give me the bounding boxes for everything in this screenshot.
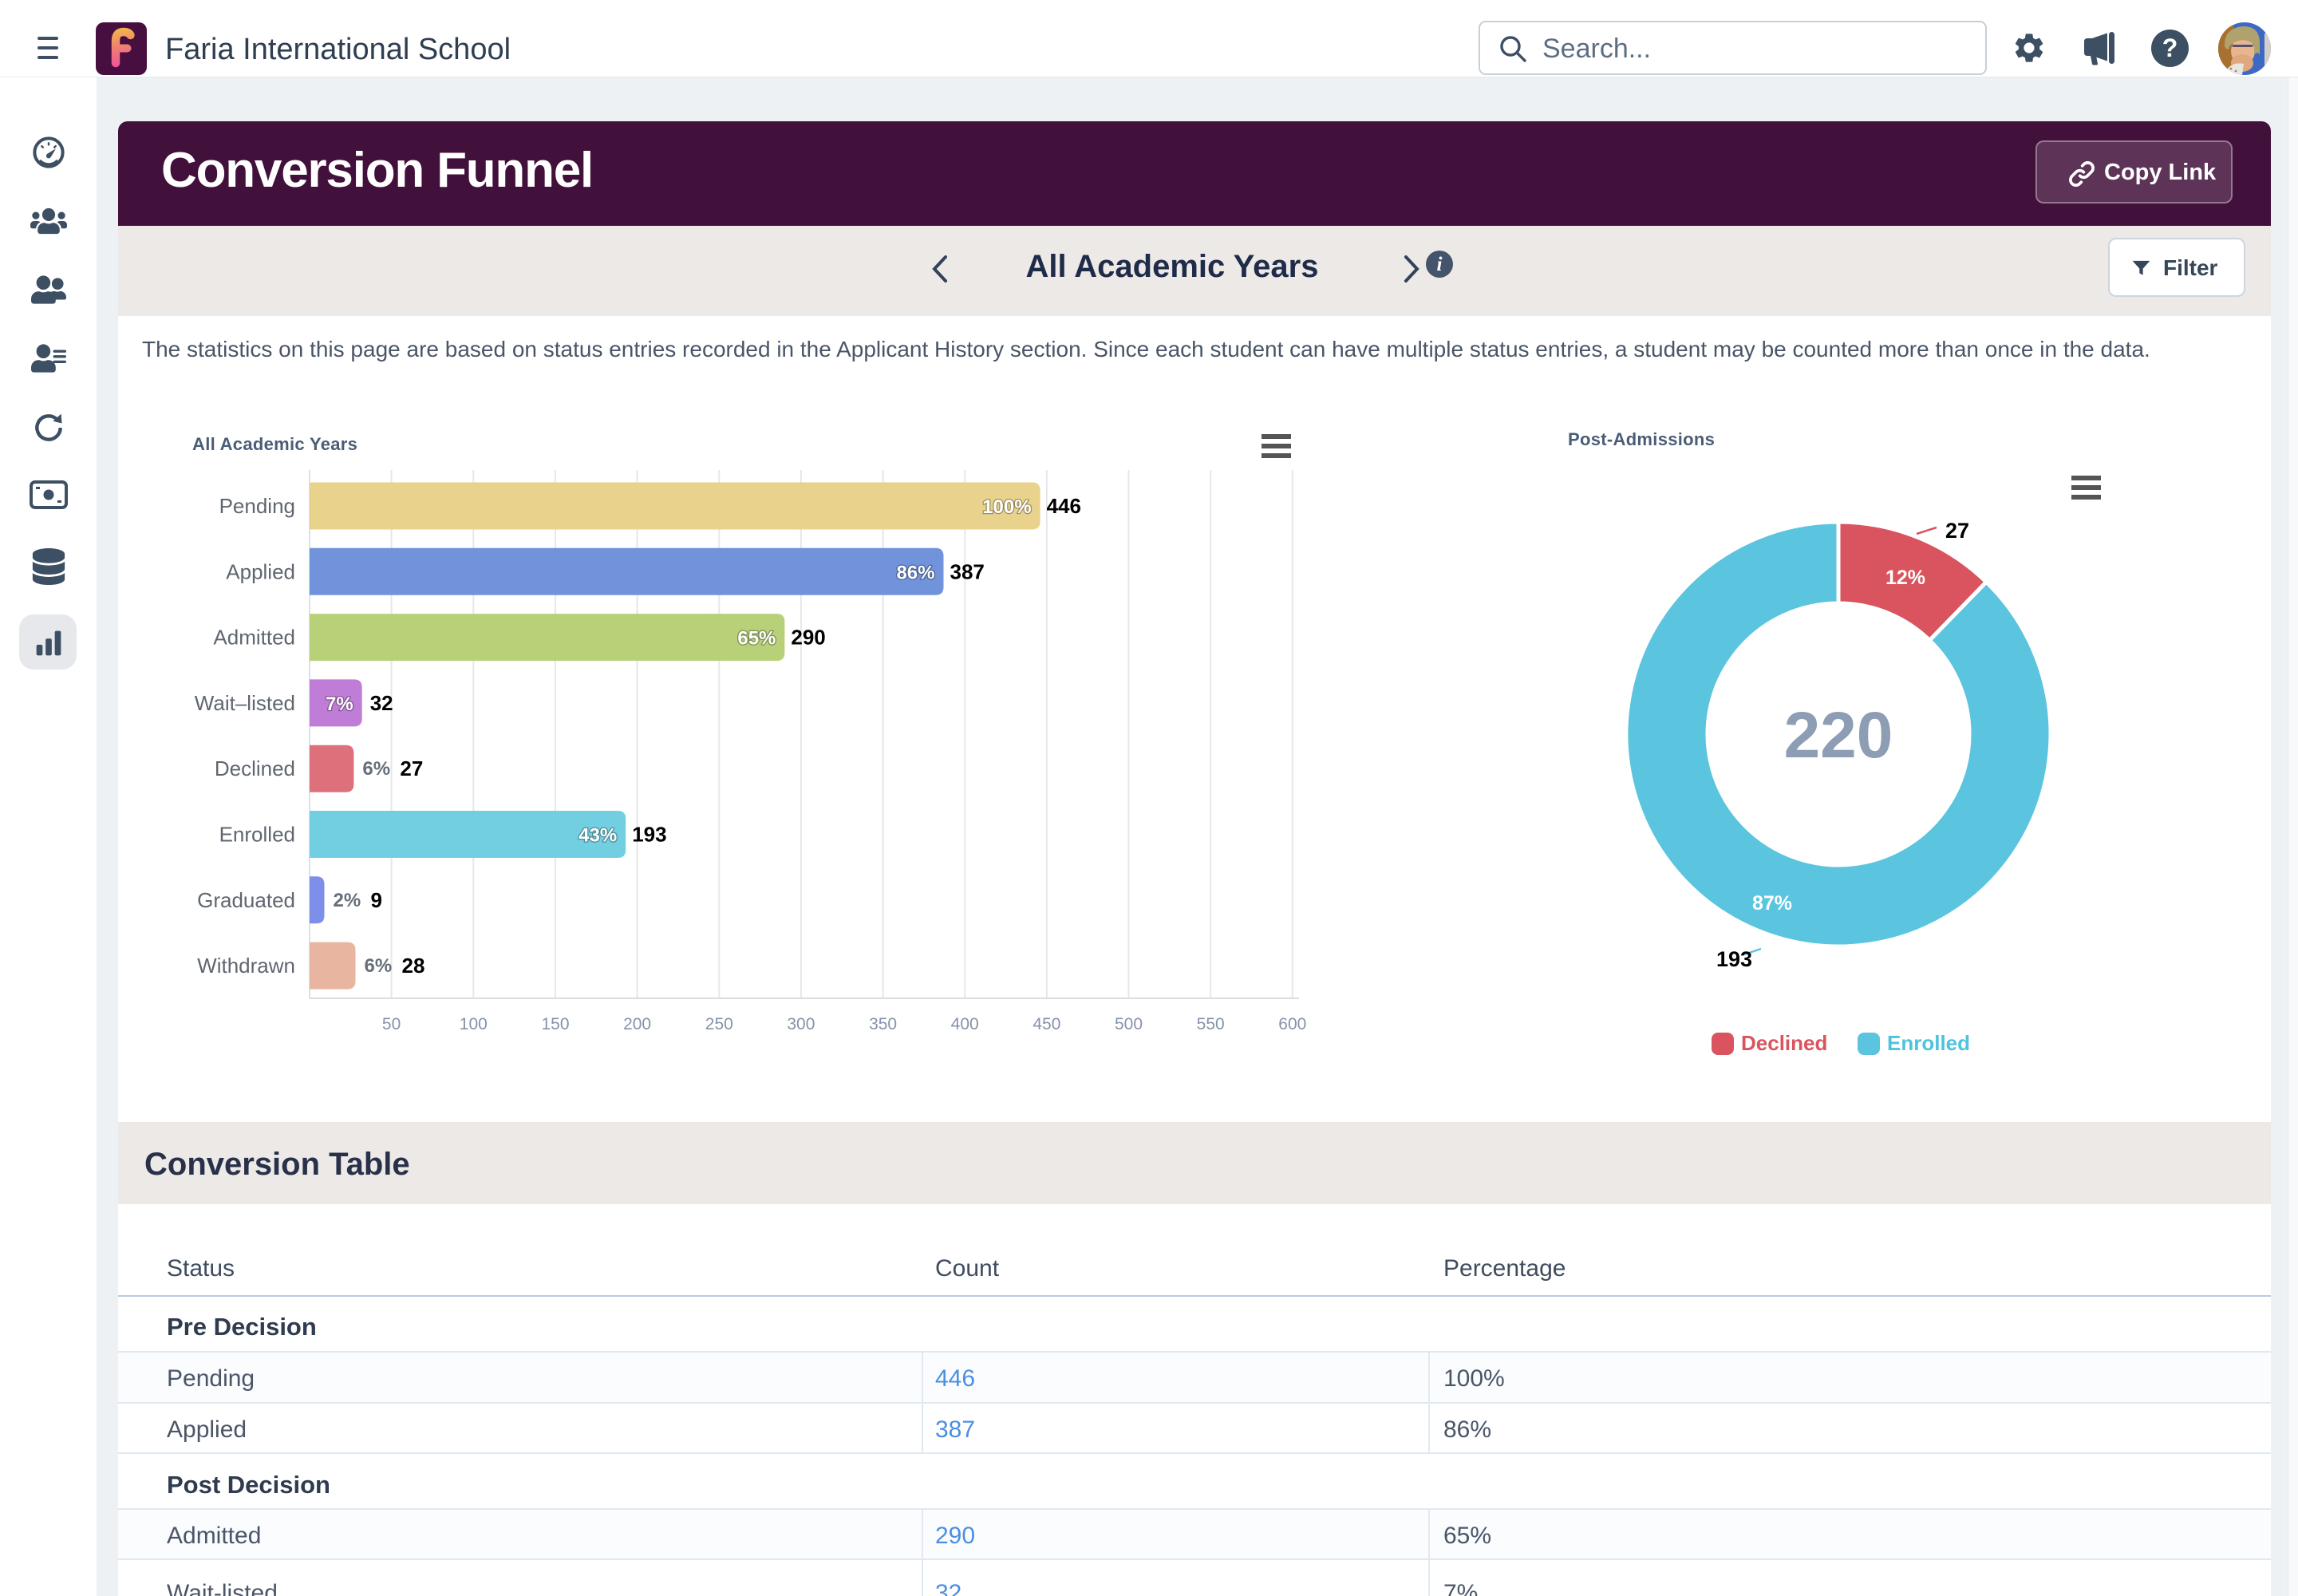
svg-text:6%: 6% xyxy=(365,955,393,977)
svg-text:9: 9 xyxy=(371,888,382,912)
svg-text:350: 350 xyxy=(869,1015,897,1033)
svg-text:43%: 43% xyxy=(578,825,617,847)
svg-text:Post-Admissions: Post-Admissions xyxy=(1568,429,1715,449)
svg-text:100%: 100% xyxy=(982,496,1031,518)
svg-text:400: 400 xyxy=(951,1015,979,1033)
svg-text:27: 27 xyxy=(1945,519,1969,543)
svg-text:600: 600 xyxy=(1278,1015,1306,1033)
svg-text:446: 446 xyxy=(1047,494,1081,518)
svg-text:Graduated: Graduated xyxy=(197,888,295,912)
svg-text:193: 193 xyxy=(1716,947,1752,971)
svg-text:100: 100 xyxy=(460,1015,488,1033)
svg-text:193: 193 xyxy=(632,823,666,847)
svg-text:Admitted: Admitted xyxy=(213,626,295,650)
svg-text:28: 28 xyxy=(402,954,425,978)
svg-text:86%: 86% xyxy=(896,562,934,583)
svg-text:7%: 7% xyxy=(326,693,353,715)
svg-text:290: 290 xyxy=(791,626,825,650)
svg-text:387: 387 xyxy=(950,559,985,583)
svg-text:65%: 65% xyxy=(737,628,776,650)
svg-text:Pending: Pending xyxy=(219,494,295,518)
svg-text:200: 200 xyxy=(623,1015,651,1033)
svg-text:550: 550 xyxy=(1197,1015,1225,1033)
svg-text:150: 150 xyxy=(541,1015,569,1033)
svg-text:32: 32 xyxy=(370,691,393,715)
svg-text:Applied: Applied xyxy=(226,559,295,583)
svg-text:All Academic Years: All Academic Years xyxy=(192,434,357,454)
svg-text:87%: 87% xyxy=(1752,892,1792,915)
svg-text:Enrolled: Enrolled xyxy=(1887,1031,1970,1055)
svg-text:220: 220 xyxy=(1784,699,1893,772)
svg-text:6%: 6% xyxy=(362,758,390,780)
svg-text:500: 500 xyxy=(1115,1015,1143,1033)
svg-text:Withdrawn: Withdrawn xyxy=(197,954,295,978)
svg-text:450: 450 xyxy=(1033,1015,1060,1033)
svg-text:Declined: Declined xyxy=(1741,1031,1827,1055)
svg-text:50: 50 xyxy=(382,1015,401,1033)
svg-text:Enrolled: Enrolled xyxy=(219,823,295,847)
svg-text:27: 27 xyxy=(400,757,423,780)
svg-text:Declined: Declined xyxy=(215,757,295,780)
svg-text:300: 300 xyxy=(787,1015,815,1033)
svg-text:250: 250 xyxy=(705,1015,733,1033)
svg-text:Wait–listed: Wait–listed xyxy=(195,691,295,715)
svg-text:2%: 2% xyxy=(334,890,361,911)
svg-text:12%: 12% xyxy=(1885,567,1925,589)
